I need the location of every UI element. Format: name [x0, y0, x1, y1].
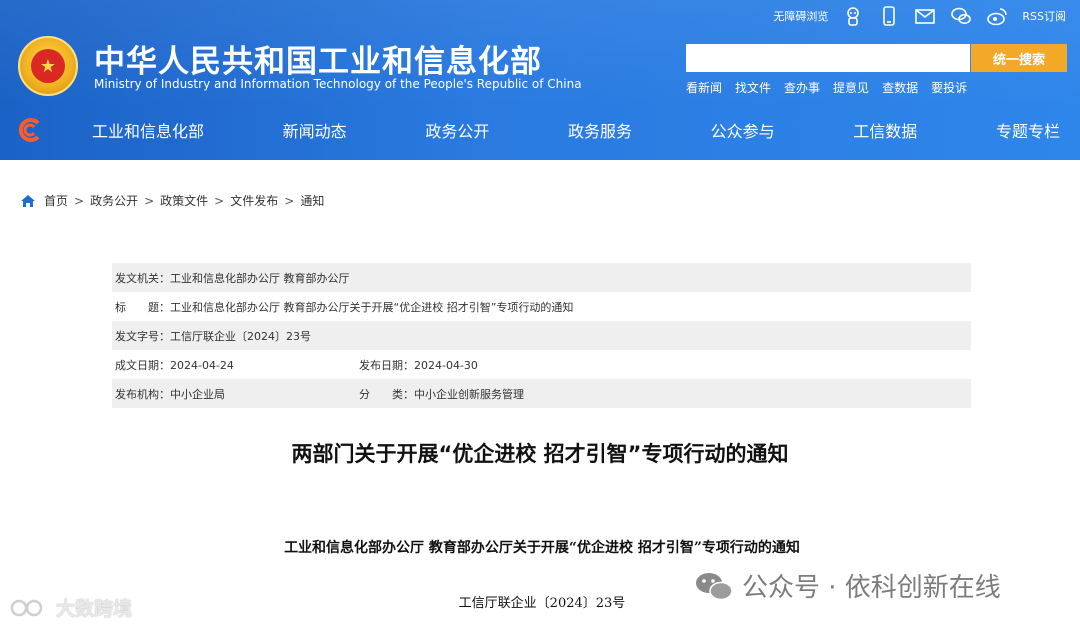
site-header: ★ 中华人民共和国工业和信息化部 Ministry of Industry an… — [0, 0, 1080, 160]
quick-link-feedback[interactable]: 提意见 — [833, 79, 869, 96]
quick-link-news[interactable]: 看新闻 — [686, 79, 722, 96]
nav-item-news[interactable]: 新闻动态 — [283, 118, 347, 142]
site-subtitle: Ministry of Industry and Information Tec… — [94, 77, 582, 91]
breadcrumb-home[interactable]: 首页 — [44, 192, 68, 209]
meta-date-created: 成文日期：2024-04-24 — [115, 358, 234, 372]
meta-doc-no: 发文字号：工信厅联企业〔2024〕23号 — [115, 329, 311, 343]
search-input[interactable] — [686, 44, 970, 72]
meta-agency: 发布机构：中小企业局 — [115, 387, 225, 401]
robot-assistant-icon[interactable] — [842, 5, 864, 27]
breadcrumb-notice[interactable]: 通知 — [300, 192, 324, 209]
breadcrumb-policy-docs[interactable]: 政策文件 — [160, 192, 208, 209]
document-metadata-table: 发文机关：工业和信息化部办公厅 教育部办公厅 标 题：工业和信息化部办公厅 教育… — [112, 263, 971, 408]
ministry-logo-icon[interactable] — [16, 116, 44, 144]
meta-category: 分 类：中小企业创新服务管理 — [359, 387, 524, 401]
watermark-left: 大数跨境 — [10, 594, 132, 621]
nav-item-data[interactable]: 工信数据 — [853, 118, 917, 142]
nav-item-miit[interactable]: 工业和信息化部 — [92, 118, 204, 142]
rss-link[interactable]: RSS订阅 — [1022, 8, 1066, 24]
wechat-watermark-icon — [696, 572, 733, 600]
site-title[interactable]: 中华人民共和国工业和信息化部 — [94, 36, 542, 81]
meta-row-dates: 成文日期：2024-04-24 发布日期：2024-04-30 — [112, 350, 971, 379]
meta-issuer: 发文机关：工业和信息化部办公厅 教育部办公厅 — [115, 271, 350, 285]
quick-links: 看新闻 找文件 查办事 提意见 查数据 要投诉 — [686, 79, 967, 96]
search-button[interactable]: 统一搜索 — [971, 44, 1067, 72]
breadcrumb-gov-affairs[interactable]: 政务公开 — [90, 192, 138, 209]
breadcrumb: 首页 > 政务公开 > 政策文件 > 文件发布 > 通知 — [20, 192, 324, 209]
breadcrumb-separator: > — [284, 193, 295, 208]
quick-link-data[interactable]: 查数据 — [882, 79, 918, 96]
breadcrumb-doc-release[interactable]: 文件发布 — [230, 192, 278, 209]
document-subtitle: 工业和信息化部办公厅 教育部办公厅关于开展“优企进校 招才引智”专项行动的通知 — [284, 540, 800, 556]
mail-icon[interactable] — [914, 5, 936, 27]
quick-link-complaint[interactable]: 要投诉 — [931, 79, 967, 96]
home-icon[interactable] — [20, 194, 36, 208]
breadcrumb-separator: > — [214, 193, 225, 208]
watermark-right: 公众号 · 依科创新在线 — [694, 567, 1001, 604]
meta-row-agency: 发布机构：中小企业局 分 类：中小企业创新服务管理 — [112, 379, 971, 408]
nav-item-public-participation[interactable]: 公众参与 — [711, 118, 775, 142]
wechat-icon[interactable] — [950, 5, 972, 27]
top-utility-links: 无障碍浏览 RSS订阅 — [773, 4, 1066, 28]
quick-link-services[interactable]: 查办事 — [784, 79, 820, 96]
breadcrumb-separator: > — [74, 193, 85, 208]
meta-row-issuer: 发文机关：工业和信息化部办公厅 教育部办公厅 — [112, 263, 971, 292]
quick-link-files[interactable]: 找文件 — [735, 79, 771, 96]
watermark-logo-icon — [10, 599, 43, 616]
accessibility-link[interactable]: 无障碍浏览 — [773, 8, 828, 24]
meta-row-title: 标 题：工业和信息化部办公厅 教育部办公厅关于开展“优企进校 招才引智”专项行动… — [112, 292, 971, 321]
meta-date-published: 发布日期：2024-04-30 — [359, 358, 478, 372]
breadcrumb-separator: > — [144, 193, 155, 208]
meta-row-doc-no: 发文字号：工信厅联企业〔2024〕23号 — [112, 321, 971, 350]
meta-title: 标 题：工业和信息化部办公厅 教育部办公厅关于开展“优企进校 招才引智”专项行动… — [115, 300, 574, 314]
nav-item-gov-services[interactable]: 政务服务 — [568, 118, 632, 142]
national-emblem-icon: ★ — [18, 36, 78, 96]
watermark-left-text: 大数跨境 — [56, 598, 133, 620]
weibo-icon[interactable] — [986, 5, 1008, 27]
mobile-icon[interactable] — [878, 5, 900, 27]
main-nav: 工业和信息化部 新闻动态 政务公开 政务服务 公众参与 工信数据 专题专栏 — [44, 108, 1080, 152]
nav-item-gov-affairs[interactable]: 政务公开 — [425, 118, 489, 142]
nav-item-topics[interactable]: 专题专栏 — [996, 118, 1060, 142]
watermark-right-text: 公众号 · 依科创新在线 — [742, 573, 1001, 603]
document-title: 两部门关于开展“优企进校 招才引智”专项行动的通知 — [291, 442, 789, 466]
